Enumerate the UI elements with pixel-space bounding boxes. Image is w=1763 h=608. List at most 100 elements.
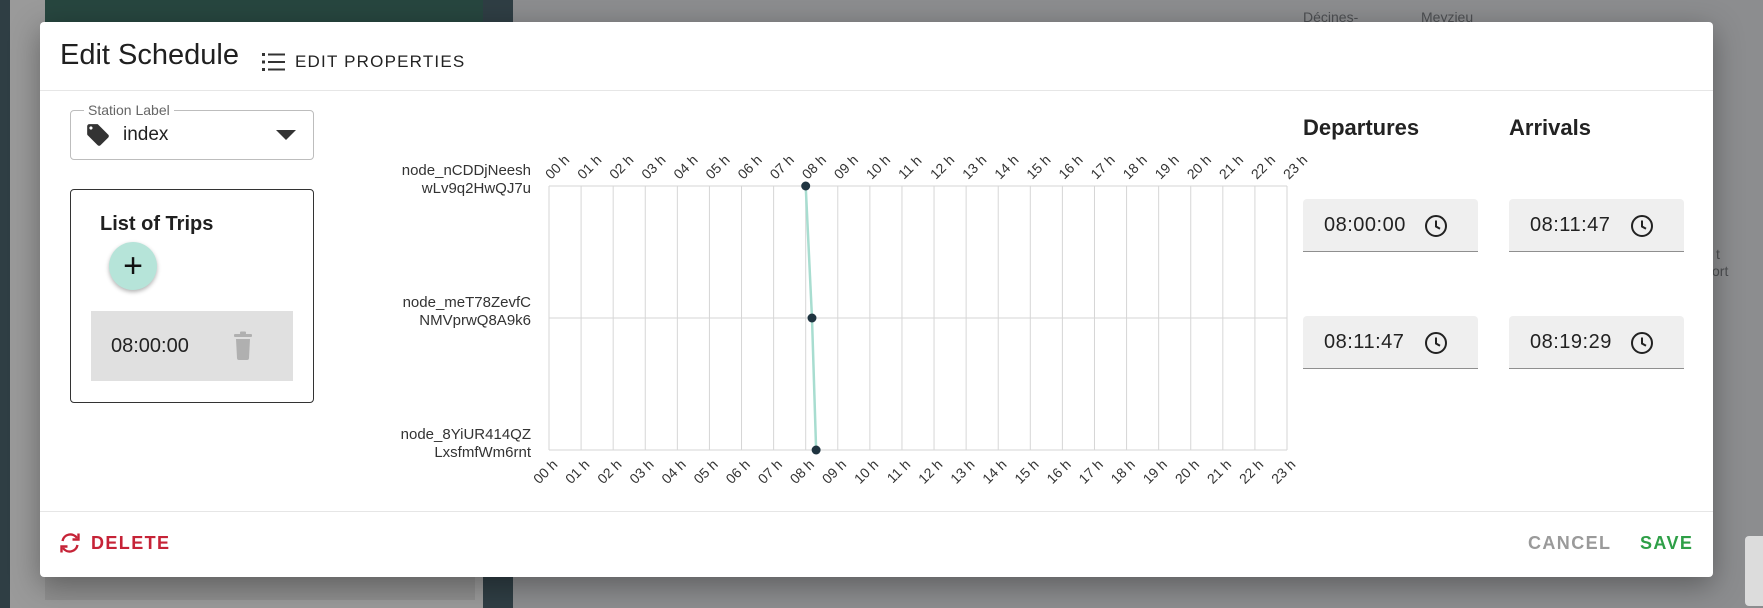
x-tick-label-top: 08 h [799,152,830,183]
x-tick-label-top: 23 h [1280,152,1310,183]
delete-button[interactable]: DELETE [58,531,170,555]
x-tick-label-bottom: 13 h [947,456,978,487]
x-tick-label-top: 04 h [670,152,701,183]
chart-x-axis-bottom: 00 h 01 h 02 h 03 h 04 h 05 h 06 h 07 h 08 h 09 h… [530,456,1299,487]
x-tick-label-top: 02 h [606,152,637,183]
x-tick-label-top: 01 h [574,152,605,183]
x-tick-label-bottom: 10 h [851,456,882,487]
x-tick-label-bottom: 01 h [562,456,593,487]
edit-schedule-dialog: Edit Schedule EDIT PROPERTIES Station La… [40,22,1713,577]
x-tick-label-bottom: 00 h [530,456,561,487]
x-tick-label-top: 21 h [1216,152,1247,183]
x-tick-label-bottom: 15 h [1011,456,1042,487]
x-tick-label-bottom: 11 h [884,456,914,486]
chart-x-axis-top: 00 h 01 h 02 h 03 h 04 h 05 h 06 h 07 h 08 h 09 h… [542,152,1310,183]
x-tick-label-top: 20 h [1184,152,1215,183]
x-tick-label-top: 07 h [766,152,797,183]
x-tick-label-bottom: 05 h [690,456,721,487]
chart-y-axis: node_nCDDjNeesh wLv9q2HwQJ7u node_meT78Zev… [401,162,532,461]
add-trip-button[interactable]: + [109,242,157,290]
departure-time-field[interactable]: 08:00:00 [1303,199,1478,252]
schedule-chart: node_nCDDjNeesh wLv9q2HwQJ7u node_meT78Zev… [401,152,1310,487]
arrival-time-field[interactable]: 08:11:47 [1509,199,1684,252]
x-tick-label-top: 00 h [542,152,573,183]
x-tick-label-top: 05 h [702,152,733,183]
x-tick-label-bottom: 06 h [722,456,753,487]
x-tick-label-bottom: 19 h [1140,456,1171,487]
station-label-select[interactable]: Station Label index [70,102,314,160]
x-tick-label-bottom: 07 h [755,456,786,487]
x-tick-label-bottom: 09 h [819,456,850,487]
departure-time-value: 08:11:47 [1324,331,1405,353]
background-panel-header [45,0,483,24]
clock-icon[interactable] [1630,331,1654,355]
chart-grid [548,185,1288,451]
dialog-footer: DELETE CANCEL SAVE [40,511,1713,578]
tag-icon [87,124,109,146]
clock-icon[interactable] [1424,331,1448,355]
x-tick-label-top: 13 h [959,152,990,183]
x-tick-label-top: 14 h [991,152,1022,183]
x-tick-label-bottom: 22 h [1236,456,1267,487]
x-tick-label-bottom: 03 h [626,456,657,487]
x-tick-label-top: 11 h [895,152,925,182]
delete-label: DELETE [91,532,171,553]
x-tick-label-top: 12 h [927,152,958,183]
arrival-time-value: 08:19:29 [1530,331,1612,353]
x-tick-label-bottom: 17 h [1075,456,1106,487]
trip-time-label: 08:00:00 [111,335,189,357]
x-tick-label-bottom: 21 h [1204,456,1235,487]
station-label-value: index [123,124,169,145]
trash-icon[interactable] [231,331,255,361]
x-tick-label-top: 19 h [1151,152,1182,183]
data-point [807,313,817,323]
x-tick-label-bottom: 18 h [1107,456,1138,487]
x-tick-label-top: 22 h [1248,152,1279,183]
y-tick-label: node_meT78ZevfC NMVprwQ8A9k6 [403,294,532,329]
data-point [811,445,821,455]
x-tick-label-bottom: 20 h [1172,456,1203,487]
departure-time-field[interactable]: 08:11:47 [1303,316,1478,369]
y-tick-label: node_8YiUR414QZ LxsfmfWm6rnt [401,426,532,461]
clock-icon[interactable] [1424,214,1448,238]
map-label: ort [1712,263,1729,279]
x-tick-label-bottom: 04 h [658,456,689,487]
arrival-time-field[interactable]: 08:19:29 [1509,316,1684,369]
x-tick-label-top: 09 h [831,152,862,183]
x-tick-label-bottom: 12 h [915,456,946,487]
list-of-trips-title: List of Trips [100,213,214,235]
refresh-icon [60,533,80,553]
x-tick-label-bottom: 16 h [1043,456,1074,487]
map-label: t [1716,246,1720,262]
list-of-trips-panel: List of Trips + 08:00:00 [70,189,314,403]
x-tick-label-top: 15 h [1023,152,1054,183]
x-tick-label-bottom: 08 h [787,456,818,487]
x-tick-label-top: 16 h [1055,152,1086,183]
save-button[interactable]: SAVE [1640,533,1693,554]
departure-time-value: 08:00:00 [1324,214,1406,236]
list-icon [262,53,285,71]
x-tick-label-bottom: 02 h [594,456,625,487]
x-tick-label-bottom: 14 h [979,456,1010,487]
station-label-legend: Station Label [84,102,174,118]
x-tick-label-top: 10 h [863,152,894,183]
caret-down-icon [276,130,296,140]
x-tick-label-bottom: 23 h [1268,456,1299,487]
background-zoom-control [1745,536,1763,606]
data-point [801,181,811,191]
y-tick-label: node_nCDDjNeesh wLv9q2HwQJ7u [402,162,531,197]
x-tick-label-top: 06 h [734,152,765,183]
edit-properties-label: EDIT PROPERTIES [295,52,466,71]
dialog-header: Edit Schedule EDIT PROPERTIES [40,22,1713,91]
arrival-time-value: 08:11:47 [1530,214,1611,236]
dialog-title: Edit Schedule [60,39,239,71]
departures-heading: Departures [1303,115,1420,140]
arrivals-heading: Arrivals [1509,115,1591,140]
cancel-button[interactable]: CANCEL [1528,533,1611,554]
clock-icon[interactable] [1630,214,1654,238]
x-tick-label-top: 18 h [1119,152,1150,183]
edit-properties-button[interactable]: EDIT PROPERTIES [262,44,465,80]
x-tick-label-top: 03 h [638,152,669,183]
trip-list-item[interactable]: 08:00:00 [91,311,293,381]
x-tick-label-top: 17 h [1087,152,1118,183]
